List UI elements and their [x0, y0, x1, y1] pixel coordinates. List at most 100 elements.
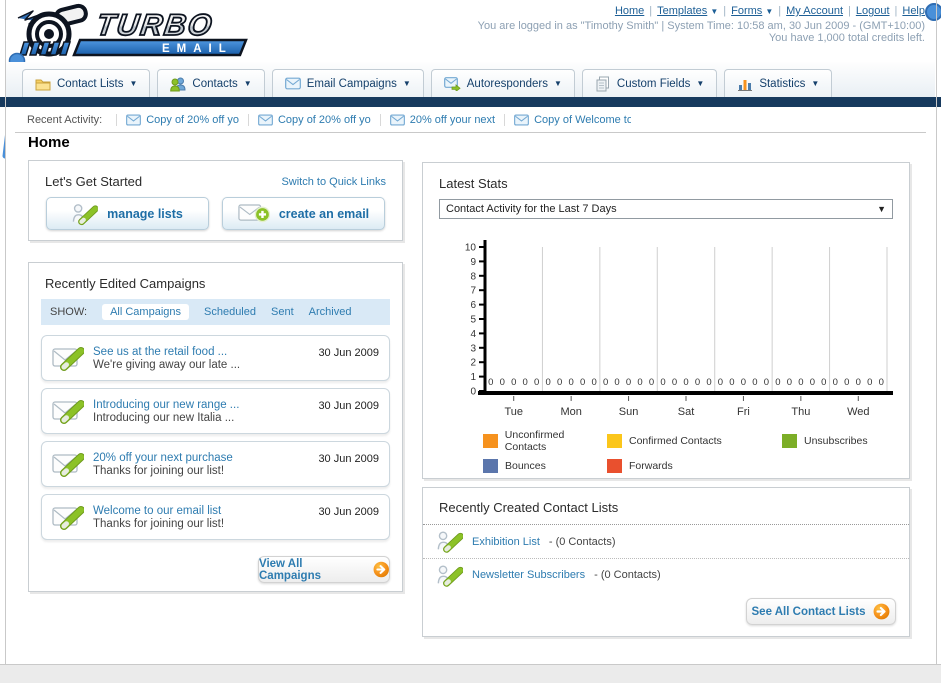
latest-stats-panel: Latest Stats Contact Activity for the La… [422, 162, 910, 479]
svg-text:0: 0 [568, 377, 573, 388]
envelope-icon [390, 114, 405, 126]
recently-created-contact-lists-panel: Recently Created Contact Lists Exhibitio… [422, 487, 910, 637]
pages-icon [596, 76, 609, 91]
header-link-logout[interactable]: Logout [856, 5, 890, 17]
see-all-contact-lists-button[interactable]: See All Contact Lists [746, 598, 896, 625]
legend-item: Unsubscribes [782, 429, 909, 453]
filter-all-campaigns[interactable]: All Campaigns [102, 304, 189, 320]
manage-lists-button[interactable]: manage lists [46, 197, 209, 230]
stats-range-dropdown[interactable]: Contact Activity for the Last 7 Days ▼ [439, 199, 893, 219]
legend-swatch [607, 459, 622, 473]
svg-text:0: 0 [470, 387, 476, 398]
legend-swatch [483, 459, 498, 473]
contact-list-link[interactable]: Newsletter Subscribers [472, 569, 585, 581]
recent-activity-item[interactable]: Copy of 20% off yo [247, 113, 380, 126]
svg-text:0: 0 [649, 377, 654, 388]
legend-label: Forwards [629, 460, 673, 472]
credits-text: You have 1,000 total credits left. [768, 32, 925, 44]
campaign-title-link[interactable]: Welcome to our email list [93, 505, 224, 517]
envelope-icon [258, 114, 273, 126]
turbo-email-home-page: TURBO EMAIL Home | Templates ▼ | Forms ▼ | My … [0, 0, 941, 683]
svg-text:4: 4 [470, 329, 476, 340]
svg-text:0: 0 [534, 377, 539, 388]
campaigns-title: Recently Edited Campaigns [45, 276, 206, 291]
recent-activity-item[interactable]: Copy of Welcome to [504, 113, 640, 126]
nav-tab-autoresponders[interactable]: Autoresponders ▼ [430, 69, 575, 97]
svg-text:0: 0 [511, 377, 516, 388]
page-title: Home [28, 134, 70, 151]
header-link-my-account[interactable]: My Account [786, 5, 843, 17]
view-all-campaigns-button[interactable]: View All Campaigns [258, 556, 390, 583]
svg-text:Tue: Tue [504, 406, 523, 418]
switch-quick-links-link[interactable]: Switch to Quick Links [281, 176, 386, 188]
svg-text:10: 10 [465, 243, 477, 254]
campaign-subtitle: Thanks for joining our list! [93, 517, 225, 530]
envelope-icon [514, 114, 529, 126]
header-link-home[interactable]: Home [615, 5, 644, 17]
svg-text:0: 0 [867, 377, 872, 388]
svg-text:3: 3 [470, 343, 476, 354]
decorative-dot [925, 3, 941, 21]
logo-text-turbo: TURBO [94, 9, 215, 42]
separator: | [778, 5, 782, 17]
contacts-icon [170, 77, 186, 91]
separator: | [848, 5, 851, 17]
nav-tab-contacts[interactable]: Contacts ▼ [157, 69, 265, 97]
svg-text:0: 0 [695, 377, 700, 388]
chevron-down-icon: ▼ [402, 79, 411, 88]
svg-text:0: 0 [879, 377, 884, 388]
legend-label: Bounces [505, 460, 546, 472]
svg-text:0: 0 [637, 377, 642, 388]
person-pencil-icon [72, 202, 98, 226]
svg-text:Sun: Sun [619, 406, 639, 418]
chevron-down-icon: ▼ [696, 79, 705, 88]
nav-tab-statistics[interactable]: Statistics ▼ [724, 69, 833, 97]
nav-tab-custom-fields[interactable]: Custom Fields ▼ [581, 69, 718, 97]
create-email-button[interactable]: create an email [222, 197, 385, 230]
campaign-title-link[interactable]: See us at the retail food ... [93, 346, 240, 358]
header-link-templates[interactable]: Templates [657, 5, 707, 17]
svg-text:0: 0 [672, 377, 677, 388]
svg-text:0: 0 [833, 377, 838, 388]
bar-chart-icon [738, 79, 753, 91]
nav-tab-email-campaigns[interactable]: Email Campaigns ▼ [271, 69, 424, 97]
svg-text:0: 0 [557, 377, 562, 388]
campaign-row: Introducing our new range ... Introducing… [41, 388, 390, 434]
envelope-pencil-icon [52, 503, 84, 531]
svg-text:0: 0 [488, 377, 493, 388]
svg-text:0: 0 [626, 377, 631, 388]
contact-list-count: - (0 Contacts) [594, 569, 661, 581]
contact-lists-title: Recently Created Contact Lists [439, 500, 619, 515]
show-label: SHOW: [50, 306, 88, 318]
recent-activity-link[interactable]: Copy of 20% off yo [278, 114, 371, 126]
envelope-plus-icon [238, 202, 270, 225]
chevron-down-icon: ▼ [553, 79, 562, 88]
campaign-title-link[interactable]: 20% off your next purchase [93, 452, 233, 464]
recent-activity-item[interactable]: Copy of 20% off yo [116, 113, 248, 126]
navy-divider-bar [0, 97, 941, 107]
recent-activity-link[interactable]: Copy of 20% off yo [146, 114, 239, 126]
stats-range-value: Contact Activity for the Last 7 Days [446, 203, 617, 215]
turbo-email-logo: TURBO EMAIL [17, 3, 248, 57]
envelope-pencil-icon [52, 344, 84, 372]
campaign-date: 30 Jun 2009 [318, 400, 379, 412]
campaign-title-link[interactable]: Introducing our new range ... [93, 399, 239, 411]
svg-text:8: 8 [470, 271, 476, 282]
svg-text:0: 0 [775, 377, 780, 388]
filter-sent[interactable]: Sent [271, 306, 294, 318]
header-link-forms[interactable]: Forms [731, 5, 762, 17]
legend-label: Unsubscribes [804, 435, 868, 447]
recent-activity-item[interactable]: 20% off your next [379, 113, 504, 126]
nav-tab-contact-lists[interactable]: Contact Lists ▼ [22, 69, 151, 97]
recent-activity-link[interactable]: 20% off your next [410, 114, 495, 126]
envelope-icon [126, 114, 141, 126]
recent-activity-link[interactable]: Copy of Welcome to [534, 114, 631, 126]
contact-list-link[interactable]: Exhibition List [472, 536, 540, 548]
campaign-subtitle: Introducing our new Italia ... [93, 411, 235, 424]
create-email-label: create an email [278, 206, 370, 221]
filter-archived[interactable]: Archived [309, 306, 352, 318]
header-link-help[interactable]: Help [902, 5, 925, 17]
envelope-icon [285, 77, 301, 90]
filter-scheduled[interactable]: Scheduled [204, 306, 256, 318]
legend-swatch [782, 434, 797, 448]
